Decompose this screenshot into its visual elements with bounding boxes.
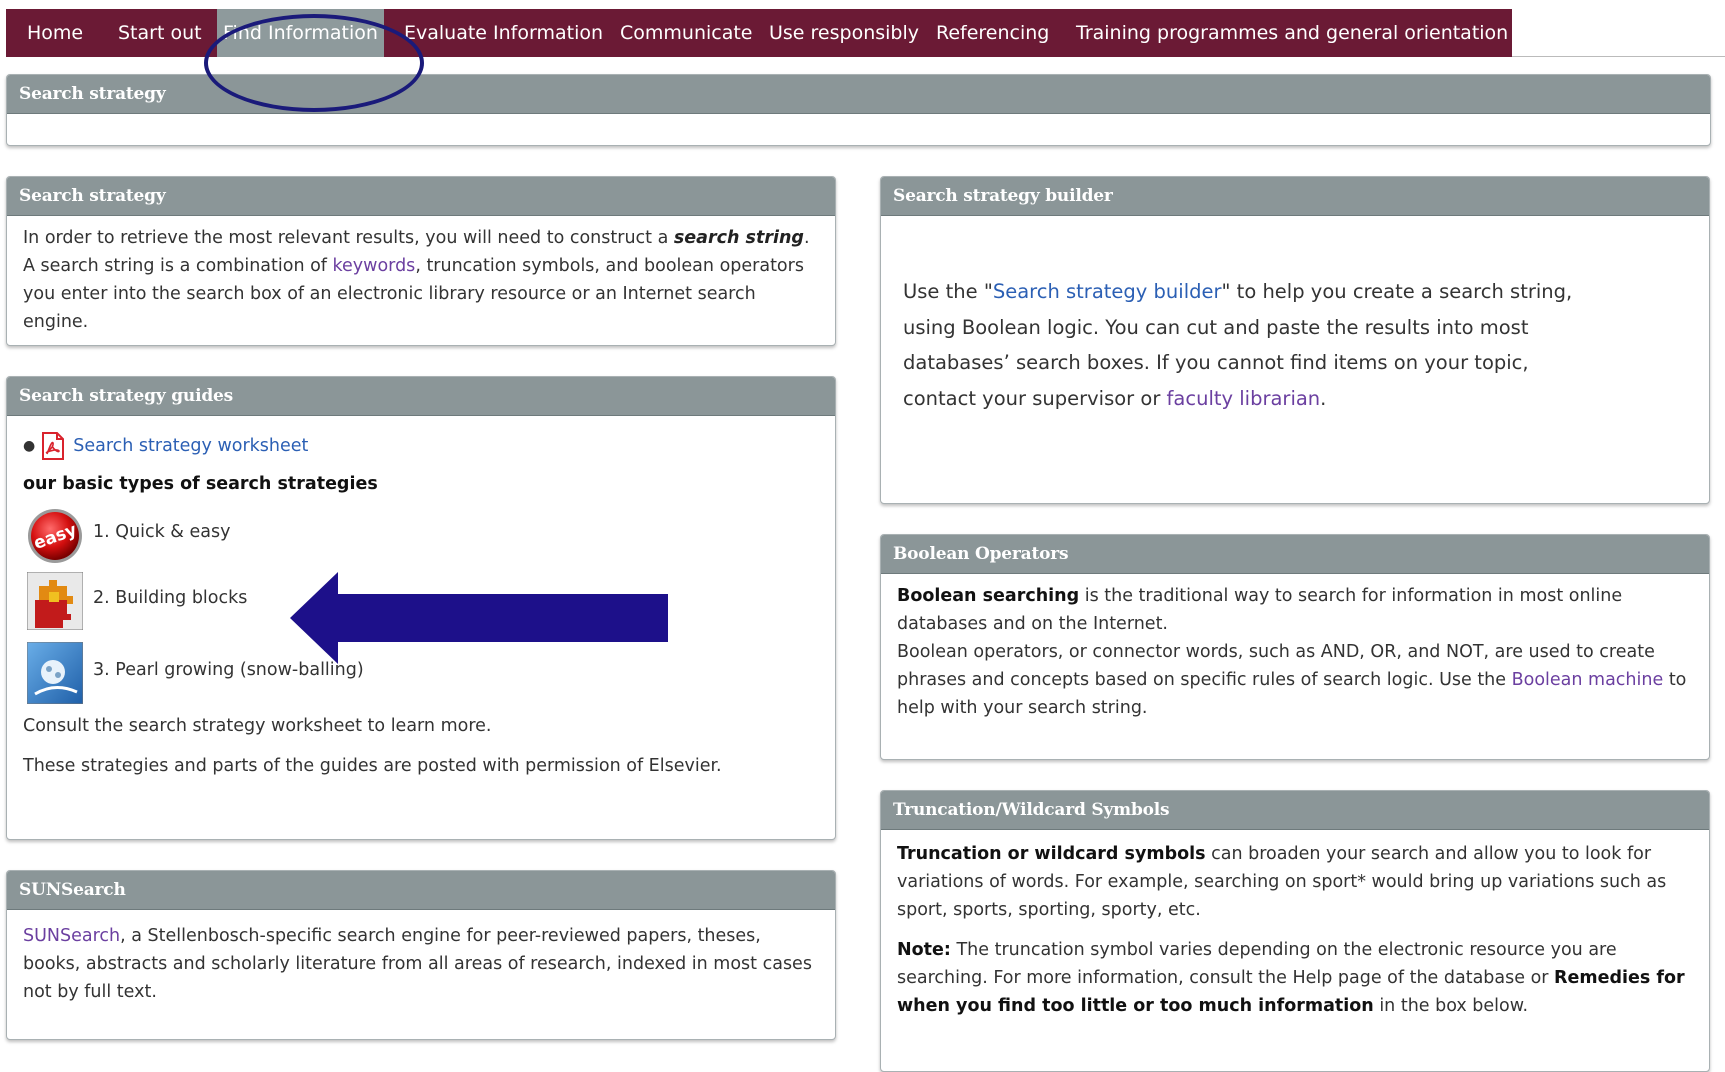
panel-title: Search strategy builder [881,177,1709,216]
permission-text: These strategies and parts of the guides… [23,756,722,776]
guide-item-quick-easy[interactable]: easy 1. Quick & easy [23,504,819,568]
panel-title: Truncation/Wildcard Symbols [881,791,1709,830]
nav-referencing[interactable]: Referencing [930,9,1055,57]
worksheet-list-item: ● Search strategy worksheet [23,428,819,464]
boolean-paragraph-2: Boolean operators, or connector words, s… [897,638,1693,722]
left-arrow-annotation [290,572,668,664]
panel-body: SUNSearch, a Stellenbosch-specific searc… [7,910,835,1018]
easy-button-icon: easy [27,508,83,564]
body-text: Use the " [903,280,993,303]
panel-title: Search strategy [7,177,835,216]
boolean-operators-panel: Boolean Operators Boolean searching is t… [880,534,1710,760]
panel-body: Boolean searching is the traditional way… [881,574,1709,730]
nav-find-information[interactable]: Find Information [217,9,384,57]
search-strategy-panel: Search strategy In order to retrieve the… [6,176,836,346]
top-search-strategy-panel: Search strategy [6,74,1711,146]
keywords-link[interactable]: keywords [333,256,416,276]
consult-text: Consult the search strategy worksheet to… [23,716,492,736]
body-text: The truncation symbol varies depending o… [897,940,1617,988]
panel-title: SUNSearch [7,871,835,910]
truncation-term: Truncation or wildcard symbols [897,844,1206,864]
search-strategy-builder-link[interactable]: Search strategy builder [993,280,1222,303]
search-strategy-builder-panel: Search strategy builder Use the "Search … [880,176,1710,504]
note-label: Note: [897,940,951,960]
search-string-term: search string [673,228,804,248]
body-text: in the box below. [1373,996,1529,1016]
panel-body: In order to retrieve the most relevant r… [7,216,835,344]
panel-title: Boolean Operators [881,535,1709,574]
boolean-searching-term: Boolean searching [897,586,1080,606]
panel-body: Use the "Search strategy builder" to hel… [881,216,1623,416]
panel-title: Search strategy [7,75,1710,114]
pdf-icon [41,432,65,460]
boolean-machine-link[interactable]: Boolean machine [1512,670,1664,690]
nav-training-programmes[interactable]: Training programmes and general orientat… [1070,9,1514,57]
sunsearch-link[interactable]: SUNSearch [23,926,120,946]
faculty-librarian-link[interactable]: faculty librarian [1167,387,1321,410]
truncation-paragraph-1: Truncation or wildcard symbols can broad… [897,840,1693,924]
body-text: , a Stellenbosch-specific search engine … [23,926,812,1002]
guide-label: 2. Building blocks [93,588,248,608]
bullet: ● [23,438,36,454]
nav-start-out[interactable]: Start out [112,9,208,57]
panel-body: Truncation or wildcard symbols can broad… [881,830,1709,1030]
truncation-wildcard-panel: Truncation/Wildcard Symbols Truncation o… [880,790,1710,1072]
nav-divider [1512,56,1725,57]
guides-subheading: our basic types of search strategies [23,474,378,494]
body-text: . [1320,386,1327,410]
boolean-paragraph-1: Boolean searching is the traditional way… [897,582,1693,638]
nav-communicate[interactable]: Communicate [614,9,759,57]
truncation-paragraph-2: Note: The truncation symbol varies depen… [897,936,1693,1020]
worksheet-link[interactable]: Search strategy worksheet [73,432,308,460]
nav-evaluate-information[interactable]: Evaluate Information [398,9,609,57]
main-navbar: Home Start out Find Information Evaluate… [6,9,1512,57]
body-text: In order to retrieve the most relevant r… [23,228,674,248]
guide-label: 1. Quick & easy [93,522,231,542]
sunsearch-panel: SUNSearch SUNSearch, a Stellenbosch-spec… [6,870,836,1040]
building-blocks-icon [26,571,84,631]
nav-home[interactable]: Home [21,9,89,57]
panel-title: Search strategy guides [7,377,835,416]
snowball-icon [26,641,84,705]
nav-use-responsibly[interactable]: Use responsibly [763,9,925,57]
